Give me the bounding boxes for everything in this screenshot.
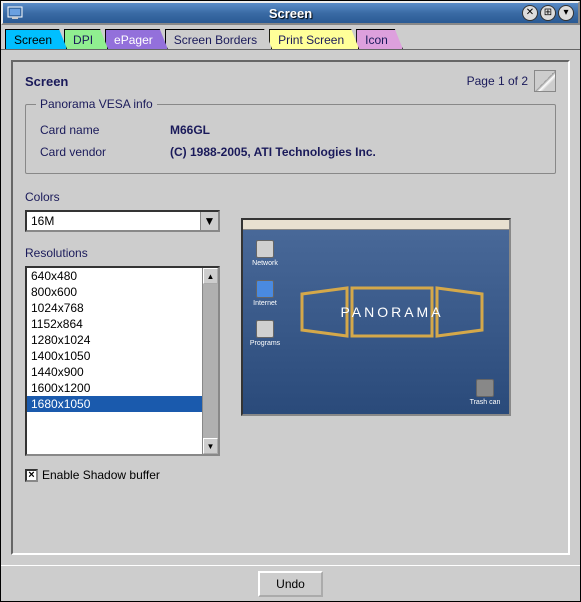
resolutions-label: Resolutions	[25, 246, 225, 260]
tab-epager[interactable]: ePager	[105, 29, 168, 49]
preview-programs-icon: Programs	[249, 320, 281, 347]
colors-selected: 16M	[27, 212, 200, 230]
tab-screen[interactable]: Screen	[5, 29, 67, 49]
vesa-info-group: Panorama VESA info Card name M66GL Card …	[25, 104, 556, 174]
window-title: Screen	[269, 6, 312, 21]
panorama-logo: PANORAMA	[297, 282, 487, 342]
resolutions-scrollbar[interactable]: ▲ ▼	[202, 268, 218, 454]
resolution-item[interactable]: 1400x1050	[27, 348, 202, 364]
preview-network-icon: Network	[249, 240, 281, 267]
tab-icon[interactable]: Icon	[356, 29, 403, 49]
undo-button[interactable]: Undo	[258, 571, 323, 597]
footer: Undo	[1, 565, 580, 601]
resolution-item[interactable]: 1152x864	[27, 316, 202, 332]
colors-label: Colors	[25, 190, 225, 204]
resolution-item[interactable]: 640x480	[27, 268, 202, 284]
tab-print-screen[interactable]: Print Screen	[269, 29, 359, 49]
svg-text:PANORAMA: PANORAMA	[340, 304, 443, 320]
colors-dropdown-button[interactable]: ▼	[200, 212, 218, 230]
app-icon	[5, 3, 25, 23]
main-panel: Screen Page 1 of 2 Panorama VESA info Ca…	[11, 60, 570, 555]
scroll-down-button[interactable]: ▼	[203, 438, 218, 454]
card-name-value: M66GL	[170, 123, 210, 137]
page-fold-icon[interactable]	[534, 70, 556, 92]
preview-internet-icon: Internet	[249, 280, 281, 307]
resolution-item[interactable]: 1600x1200	[27, 380, 202, 396]
tab-dpi[interactable]: DPI	[64, 29, 108, 49]
window-frame: Screen ✕ ⊞ ▾ Screen DPI ePager Screen Bo…	[0, 0, 581, 602]
shadow-buffer-label: Enable Shadow buffer	[42, 468, 160, 482]
resolution-item[interactable]: 1280x1024	[27, 332, 202, 348]
desktop-preview: Network Internet Programs Trash can	[241, 218, 511, 416]
shadow-buffer-checkbox[interactable]: ×	[25, 469, 38, 482]
tab-screen-borders[interactable]: Screen Borders	[165, 29, 272, 49]
tab-bar: Screen DPI ePager Screen Borders Print S…	[1, 25, 580, 50]
scroll-track[interactable]	[203, 284, 218, 438]
minimize-button[interactable]: ▾	[558, 5, 574, 21]
content-area: Screen Page 1 of 2 Panorama VESA info Ca…	[1, 50, 580, 565]
vesa-legend: Panorama VESA info	[36, 97, 157, 111]
scroll-up-button[interactable]: ▲	[203, 268, 218, 284]
card-vendor-label: Card vendor	[40, 145, 170, 159]
resolution-item[interactable]: 1024x768	[27, 300, 202, 316]
card-name-label: Card name	[40, 123, 170, 137]
preview-titlebar	[243, 220, 509, 230]
maximize-button[interactable]: ⊞	[540, 5, 556, 21]
page-text: Page 1 of 2	[467, 74, 528, 88]
card-vendor-value: (C) 1988-2005, ATI Technologies Inc.	[170, 145, 376, 159]
panel-title: Screen	[25, 74, 68, 89]
preview-trash-icon: Trash can	[469, 379, 501, 406]
page-indicator: Page 1 of 2	[467, 70, 556, 92]
close-button[interactable]: ✕	[522, 5, 538, 21]
resolution-item[interactable]: 1680x1050	[27, 396, 202, 412]
chevron-down-icon: ▼	[204, 214, 216, 228]
resolutions-listbox[interactable]: 640x480800x6001024x7681152x8641280x10241…	[25, 266, 220, 456]
resolution-item[interactable]: 800x600	[27, 284, 202, 300]
titlebar[interactable]: Screen ✕ ⊞ ▾	[1, 1, 580, 25]
colors-combo[interactable]: 16M ▼	[25, 210, 220, 232]
resolution-item[interactable]: 1440x900	[27, 364, 202, 380]
